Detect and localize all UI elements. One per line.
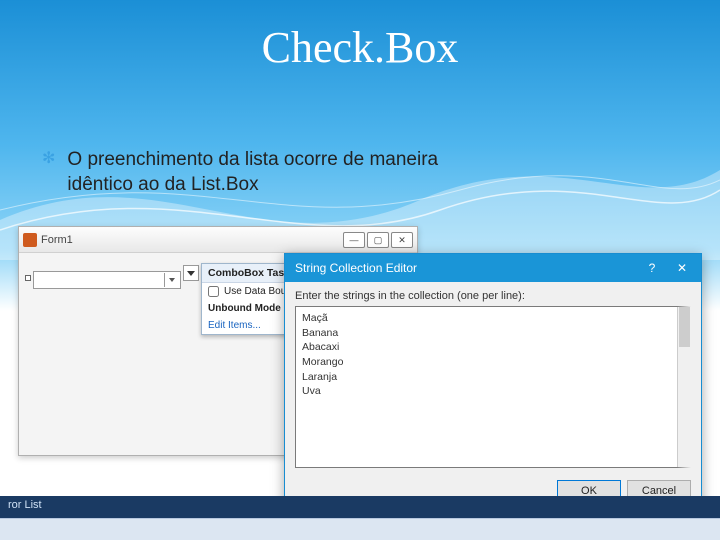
string-collection-editor-dialog: String Collection Editor ? ✕ Enter the s… bbox=[284, 253, 702, 507]
editor-line: Uva bbox=[302, 384, 671, 399]
editor-scrollbar[interactable] bbox=[677, 307, 690, 467]
slide-title: Check.Box bbox=[0, 22, 720, 73]
bullet-text: O preenchimento da lista ocorre de manei… bbox=[67, 148, 472, 197]
form-icon bbox=[23, 233, 37, 247]
form1-title-text: Form1 bbox=[41, 234, 73, 246]
editor-textarea[interactable]: Maçã Banana Abacaxi Morango Laranja Uva bbox=[295, 306, 691, 468]
bullet-item: ✻ O preenchimento da lista ocorre de man… bbox=[42, 148, 472, 197]
bullet-mark-icon: ✻ bbox=[42, 148, 55, 197]
close-button[interactable]: ✕ bbox=[391, 232, 413, 248]
maximize-button[interactable]: ▢ bbox=[367, 232, 389, 248]
editor-close-button[interactable]: ✕ bbox=[669, 259, 695, 277]
combobox-control[interactable] bbox=[33, 271, 181, 289]
form1-titlebar: Form1 — ▢ ✕ bbox=[19, 227, 417, 253]
status-text: ror List bbox=[8, 499, 42, 511]
editor-line: Laranja bbox=[302, 370, 671, 385]
editor-prompt: Enter the strings in the collection (one… bbox=[295, 290, 691, 302]
editor-title-text: String Collection Editor bbox=[295, 261, 417, 275]
editor-line: Abacaxi bbox=[302, 340, 671, 355]
dropdown-icon[interactable] bbox=[164, 273, 178, 287]
presentation-footer bbox=[0, 518, 720, 540]
editor-line: Banana bbox=[302, 326, 671, 341]
use-data-bound-checkbox[interactable] bbox=[208, 286, 219, 297]
scrollbar-thumb[interactable] bbox=[679, 307, 690, 347]
minimize-button[interactable]: — bbox=[343, 232, 365, 248]
editor-line: Morango bbox=[302, 355, 671, 370]
help-button[interactable]: ? bbox=[639, 259, 665, 277]
editor-titlebar: String Collection Editor ? ✕ bbox=[285, 254, 701, 282]
vs-status-bar: ror List bbox=[0, 496, 720, 518]
editor-line: Maçã bbox=[302, 311, 671, 326]
smart-tag-button[interactable] bbox=[183, 265, 199, 281]
selection-handle[interactable] bbox=[25, 275, 31, 281]
